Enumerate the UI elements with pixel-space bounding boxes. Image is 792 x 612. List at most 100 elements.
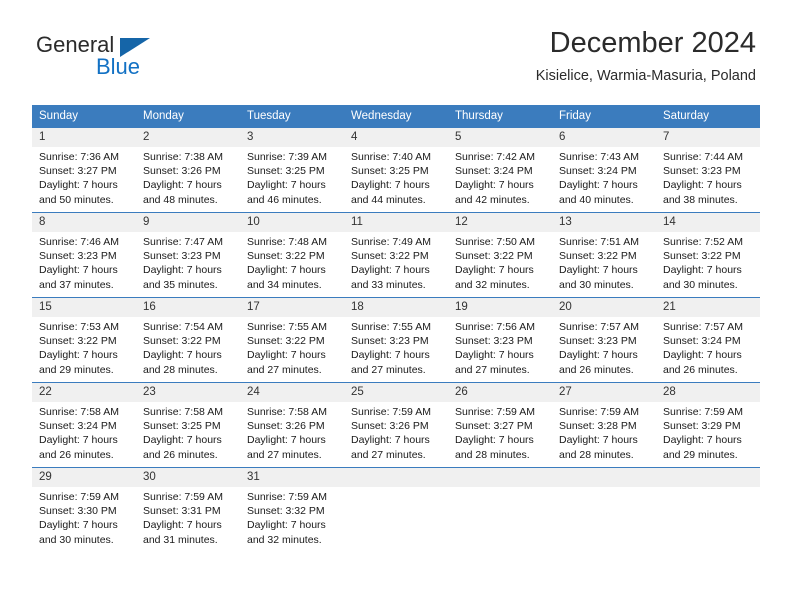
day-cell[interactable]: 26 Sunrise: 7:59 AM Sunset: 3:27 PM Dayligh… [448, 382, 552, 468]
day-number: 11 [344, 213, 448, 232]
daylight-text-line1: Daylight: 7 hours [143, 349, 222, 362]
sunrise-text: Sunrise: 7:44 AM [663, 151, 743, 163]
daylight-text-line2: and 37 minutes. [39, 278, 114, 291]
sunrise-text: Sunrise: 7:48 AM [247, 236, 327, 248]
day-cell[interactable]: 18 Sunrise: 7:55 AM Sunset: 3:23 PM Dayligh… [344, 297, 448, 383]
location-subtitle: Kisielice, Warmia-Masuria, Poland [535, 68, 756, 84]
day-cell[interactable]: 10 Sunrise: 7:48 AM Sunset: 3:22 PM Dayligh… [240, 212, 344, 298]
day-cell[interactable]: 31 Sunrise: 7:59 AM Sunset: 3:32 PM Dayligh… [240, 467, 344, 552]
day-details: Sunrise: 7:54 AM Sunset: 3:22 PM Daylight:… [136, 317, 240, 377]
sunset-text: Sunset: 3:32 PM [247, 505, 325, 518]
day-number: 30 [136, 468, 240, 487]
page-header: General Blue December 2024 Kisielice, Wa… [0, 0, 792, 84]
day-cell[interactable]: 1 Sunrise: 7:36 AM Sunset: 3:27 PM Daylight… [32, 127, 136, 213]
sunrise-text: Sunrise: 7:43 AM [559, 151, 639, 163]
day-cell[interactable]: 22 Sunrise: 7:58 AM Sunset: 3:24 PM Dayligh… [32, 382, 136, 468]
sunrise-text: Sunrise: 7:55 AM [351, 321, 431, 333]
daylight-text-line2: and 38 minutes. [663, 193, 738, 206]
day-number: 12 [448, 213, 552, 232]
day-cell[interactable]: 19 Sunrise: 7:56 AM Sunset: 3:23 PM Dayligh… [448, 297, 552, 383]
day-cell[interactable]: 4 Sunrise: 7:40 AM Sunset: 3:25 PM Daylight… [344, 127, 448, 213]
weekday-header-row: Sunday Monday Tuesday Wednesday Thursday… [32, 105, 760, 128]
daylight-text-line2: and 26 minutes. [143, 448, 218, 461]
sunset-text: Sunset: 3:22 PM [663, 250, 741, 263]
daylight-text-line1: Daylight: 7 hours [39, 349, 118, 362]
sunset-text: Sunset: 3:26 PM [143, 165, 221, 178]
day-details: Sunrise: 7:46 AM Sunset: 3:23 PM Daylight:… [32, 232, 136, 292]
day-number: 10 [240, 213, 344, 232]
day-cell[interactable]: 9 Sunrise: 7:47 AM Sunset: 3:23 PM Daylight… [136, 212, 240, 298]
day-details: Sunrise: 7:58 AM Sunset: 3:25 PM Daylight:… [136, 402, 240, 462]
day-cell[interactable]: 8 Sunrise: 7:46 AM Sunset: 3:23 PM Daylight… [32, 212, 136, 298]
day-details: Sunrise: 7:44 AM Sunset: 3:23 PM Daylight:… [656, 147, 760, 207]
day-cell[interactable]: 27 Sunrise: 7:59 AM Sunset: 3:28 PM Dayligh… [552, 382, 656, 468]
day-number: 19 [448, 298, 552, 317]
sunset-text: Sunset: 3:30 PM [39, 505, 117, 518]
day-cell[interactable]: 2 Sunrise: 7:38 AM Sunset: 3:26 PM Daylight… [136, 127, 240, 213]
sunrise-text: Sunrise: 7:36 AM [39, 151, 119, 163]
day-cell[interactable]: 11 Sunrise: 7:49 AM Sunset: 3:22 PM Dayligh… [344, 212, 448, 298]
sunrise-text: Sunrise: 7:58 AM [247, 406, 327, 418]
day-cell[interactable]: 29 Sunrise: 7:59 AM Sunset: 3:30 PM Dayligh… [32, 467, 136, 552]
day-details: Sunrise: 7:55 AM Sunset: 3:22 PM Daylight:… [240, 317, 344, 377]
sunrise-text: Sunrise: 7:59 AM [143, 491, 223, 503]
weekday-header-wednesday: Wednesday [344, 105, 448, 128]
day-cell[interactable]: 7 Sunrise: 7:44 AM Sunset: 3:23 PM Daylight… [656, 127, 760, 213]
sunrise-text: Sunrise: 7:54 AM [143, 321, 223, 333]
sunrise-text: Sunrise: 7:40 AM [351, 151, 431, 163]
sunrise-text: Sunrise: 7:53 AM [39, 321, 119, 333]
day-number: 8 [32, 213, 136, 232]
general-blue-logo[interactable]: General Blue [36, 32, 166, 80]
day-cell[interactable]: 16 Sunrise: 7:54 AM Sunset: 3:22 PM Dayligh… [136, 297, 240, 383]
day-cell[interactable]: 21 Sunrise: 7:57 AM Sunset: 3:24 PM Dayligh… [656, 297, 760, 383]
daylight-text-line1: Daylight: 7 hours [143, 519, 222, 532]
day-details: Sunrise: 7:58 AM Sunset: 3:24 PM Daylight:… [32, 402, 136, 462]
day-cell[interactable]: 28 Sunrise: 7:59 AM Sunset: 3:29 PM Dayligh… [656, 382, 760, 468]
day-number: 6 [552, 128, 656, 147]
sunrise-text: Sunrise: 7:49 AM [351, 236, 431, 248]
sunrise-text: Sunrise: 7:56 AM [455, 321, 535, 333]
day-number: 29 [32, 468, 136, 487]
day-details: Sunrise: 7:57 AM Sunset: 3:23 PM Daylight:… [552, 317, 656, 377]
day-cell[interactable]: 3 Sunrise: 7:39 AM Sunset: 3:25 PM Daylight… [240, 127, 344, 213]
day-cell[interactable]: 6 Sunrise: 7:43 AM Sunset: 3:24 PM Daylight… [552, 127, 656, 213]
daylight-text-line2: and 42 minutes. [455, 193, 530, 206]
sunset-text: Sunset: 3:22 PM [559, 250, 637, 263]
week-row: 8 Sunrise: 7:46 AM Sunset: 3:23 PM Daylight… [32, 212, 760, 298]
day-cell[interactable]: 23 Sunrise: 7:58 AM Sunset: 3:25 PM Dayligh… [136, 382, 240, 468]
daylight-text-line1: Daylight: 7 hours [351, 434, 430, 447]
day-cell-empty [448, 467, 552, 552]
day-details: Sunrise: 7:59 AM Sunset: 3:28 PM Daylight:… [552, 402, 656, 462]
sunset-text: Sunset: 3:22 PM [455, 250, 533, 263]
day-number: 20 [552, 298, 656, 317]
day-details: Sunrise: 7:53 AM Sunset: 3:22 PM Daylight:… [32, 317, 136, 377]
day-number: 13 [552, 213, 656, 232]
daylight-text-line1: Daylight: 7 hours [455, 179, 534, 192]
day-number: 4 [344, 128, 448, 147]
sunset-text: Sunset: 3:23 PM [455, 335, 533, 348]
weekday-header-tuesday: Tuesday [240, 105, 344, 128]
daylight-text-line2: and 28 minutes. [559, 448, 634, 461]
day-cell[interactable]: 24 Sunrise: 7:58 AM Sunset: 3:26 PM Dayligh… [240, 382, 344, 468]
daylight-text-line1: Daylight: 7 hours [247, 264, 326, 277]
day-cell[interactable]: 17 Sunrise: 7:55 AM Sunset: 3:22 PM Dayligh… [240, 297, 344, 383]
sunrise-text: Sunrise: 7:59 AM [559, 406, 639, 418]
day-cell[interactable]: 13 Sunrise: 7:51 AM Sunset: 3:22 PM Dayligh… [552, 212, 656, 298]
day-number: 28 [656, 383, 760, 402]
daylight-text-line2: and 28 minutes. [143, 363, 218, 376]
day-cell[interactable]: 15 Sunrise: 7:53 AM Sunset: 3:22 PM Dayligh… [32, 297, 136, 383]
sunrise-text: Sunrise: 7:58 AM [143, 406, 223, 418]
calendar-table: Sunday Monday Tuesday Wednesday Thursday… [32, 105, 760, 552]
day-number: 17 [240, 298, 344, 317]
daylight-text-line2: and 31 minutes. [143, 533, 218, 546]
day-cell[interactable]: 12 Sunrise: 7:50 AM Sunset: 3:22 PM Dayligh… [448, 212, 552, 298]
day-details [344, 487, 448, 490]
day-cell[interactable]: 30 Sunrise: 7:59 AM Sunset: 3:31 PM Dayligh… [136, 467, 240, 552]
day-cell[interactable]: 25 Sunrise: 7:59 AM Sunset: 3:26 PM Dayligh… [344, 382, 448, 468]
day-cell[interactable]: 14 Sunrise: 7:52 AM Sunset: 3:22 PM Dayligh… [656, 212, 760, 298]
day-cell[interactable]: 5 Sunrise: 7:42 AM Sunset: 3:24 PM Daylight… [448, 127, 552, 213]
sunrise-text: Sunrise: 7:42 AM [455, 151, 535, 163]
daylight-text-line2: and 26 minutes. [559, 363, 634, 376]
daylight-text-line2: and 32 minutes. [247, 533, 322, 546]
day-cell[interactable]: 20 Sunrise: 7:57 AM Sunset: 3:23 PM Dayligh… [552, 297, 656, 383]
